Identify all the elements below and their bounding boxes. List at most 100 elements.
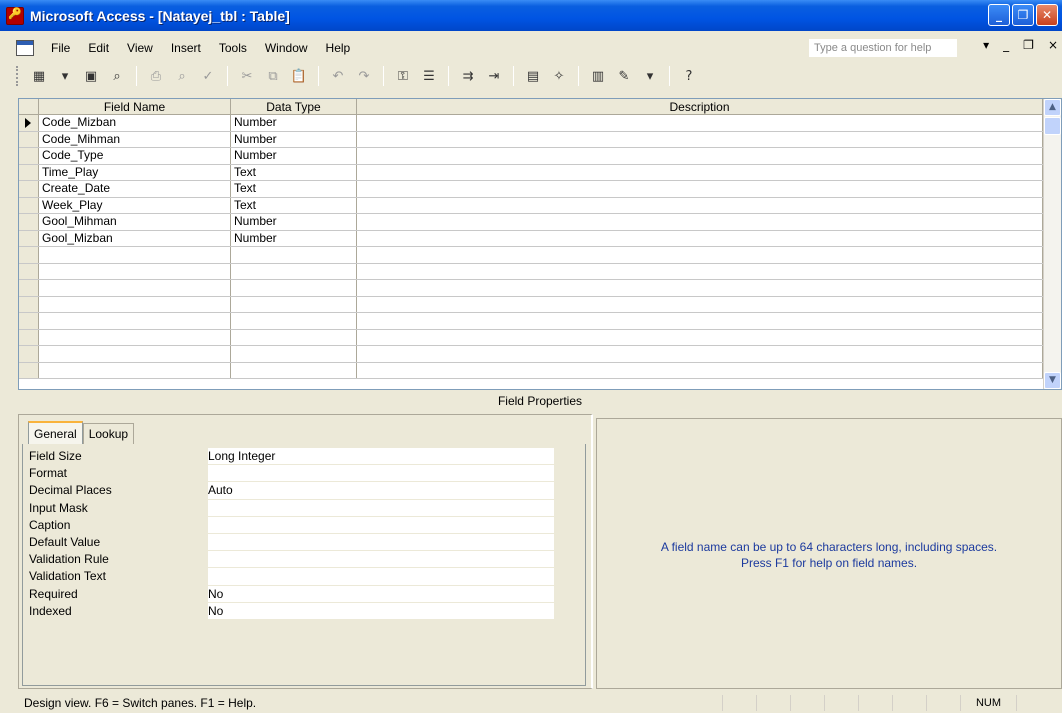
description-cell[interactable] — [357, 346, 1043, 362]
data-type-cell[interactable] — [231, 247, 357, 263]
dropdown-icon[interactable]: ▾ — [640, 66, 660, 86]
build-icon[interactable]: ✧ — [549, 66, 569, 86]
data-type-cell[interactable]: Text — [231, 181, 357, 197]
field-name-cell[interactable]: Code_Mizban — [39, 115, 231, 131]
row-selector[interactable] — [19, 230, 39, 246]
menu-tools[interactable]: Tools — [210, 41, 256, 55]
row-selector[interactable] — [19, 346, 39, 362]
tab-general[interactable]: General — [28, 421, 83, 444]
view-icon[interactable]: ▦ — [29, 66, 49, 86]
header-data-type[interactable]: Data Type — [231, 99, 357, 114]
scroll-up-button[interactable]: ▲ — [1044, 99, 1061, 116]
new-object-icon[interactable]: ✎ — [614, 66, 634, 86]
header-field-name[interactable]: Field Name — [39, 99, 231, 114]
description-cell[interactable] — [357, 115, 1043, 131]
property-value-field[interactable] — [208, 499, 554, 517]
title-bar[interactable]: Microsoft Access - [Natayej_tbl : Table]… — [0, 0, 1062, 31]
field-name-cell[interactable] — [39, 313, 231, 329]
indexes-icon[interactable]: ☰ — [419, 66, 439, 86]
row-selector[interactable] — [19, 131, 39, 147]
data-type-cell[interactable]: Number — [231, 230, 357, 246]
header-description[interactable]: Description — [357, 99, 1043, 114]
description-cell[interactable] — [357, 214, 1043, 230]
cut-icon[interactable]: ✂ — [237, 66, 257, 86]
table-row[interactable]: Code_Type Number — [19, 148, 1061, 165]
search-icon[interactable]: ⌕ — [107, 66, 127, 86]
table-row[interactable]: Gool_Mizban Number — [19, 230, 1061, 247]
table-row[interactable] — [19, 247, 1061, 264]
data-type-cell[interactable] — [231, 313, 357, 329]
data-type-cell[interactable] — [231, 329, 357, 345]
table-row[interactable] — [19, 296, 1061, 313]
field-name-cell[interactable] — [39, 346, 231, 362]
data-type-cell[interactable]: Text — [231, 164, 357, 180]
table-document-icon[interactable] — [16, 40, 34, 56]
minimize-button[interactable]: _ — [988, 4, 1010, 26]
menu-window[interactable]: Window — [256, 41, 317, 55]
description-cell[interactable] — [357, 197, 1043, 213]
table-row[interactable]: Code_Mizban Number — [19, 115, 1061, 132]
table-design-grid[interactable]: Field Name Data Type Description Code_Mi… — [18, 98, 1062, 390]
row-selector[interactable] — [19, 280, 39, 296]
menu-edit[interactable]: Edit — [79, 41, 118, 55]
table-row[interactable] — [19, 280, 1061, 297]
row-selector[interactable] — [19, 329, 39, 345]
table-row[interactable] — [19, 263, 1061, 280]
primary-key-icon[interactable]: ⚿ — [393, 66, 413, 86]
toolbar-grip[interactable] — [16, 66, 19, 86]
undo-icon[interactable]: ↶ — [328, 66, 348, 86]
delete-rows-icon[interactable]: ⇥ — [484, 66, 504, 86]
menu-insert[interactable]: Insert — [162, 41, 210, 55]
help-dropdown-icon[interactable]: ▾ — [983, 38, 989, 52]
description-cell[interactable] — [357, 263, 1043, 279]
doc-close-button[interactable]: × — [1048, 38, 1058, 52]
scroll-down-button[interactable]: ▼ — [1044, 372, 1061, 389]
row-selector[interactable] — [19, 164, 39, 180]
data-type-cell[interactable]: Number — [231, 148, 357, 164]
description-cell[interactable] — [357, 247, 1043, 263]
data-type-cell[interactable]: Text — [231, 197, 357, 213]
field-name-cell[interactable]: Code_Mihman — [39, 131, 231, 147]
paste-icon[interactable]: 📋 — [289, 66, 309, 86]
table-row[interactable]: Time_Play Text — [19, 164, 1061, 181]
field-name-cell[interactable]: Gool_Mizban — [39, 230, 231, 246]
description-cell[interactable] — [357, 131, 1043, 147]
description-cell[interactable] — [357, 280, 1043, 296]
print-icon[interactable]: ⎙ — [146, 66, 166, 86]
data-type-cell[interactable] — [231, 362, 357, 378]
data-type-cell[interactable] — [231, 263, 357, 279]
data-type-cell[interactable] — [231, 280, 357, 296]
field-name-cell[interactable] — [39, 296, 231, 312]
access-app-icon[interactable] — [6, 6, 24, 25]
spelling-icon[interactable]: ✓ — [198, 66, 218, 86]
data-type-cell[interactable]: Number — [231, 131, 357, 147]
description-cell[interactable] — [357, 362, 1043, 378]
property-value-field[interactable]: No — [208, 585, 554, 603]
row-selector[interactable] — [19, 296, 39, 312]
field-name-cell[interactable]: Time_Play — [39, 164, 231, 180]
description-cell[interactable] — [357, 181, 1043, 197]
property-value-field[interactable] — [208, 516, 554, 534]
table-row[interactable]: Gool_Mihman Number — [19, 214, 1061, 231]
field-name-cell[interactable] — [39, 280, 231, 296]
table-row[interactable] — [19, 313, 1061, 330]
restore-button[interactable]: ❐ — [1012, 4, 1034, 26]
table-row[interactable] — [19, 346, 1061, 363]
property-value-field[interactable] — [208, 533, 554, 552]
description-cell[interactable] — [357, 313, 1043, 329]
row-selector[interactable] — [19, 313, 39, 329]
doc-restore-button[interactable]: ❐ — [1023, 38, 1034, 52]
row-selector[interactable] — [19, 362, 39, 378]
description-cell[interactable] — [357, 230, 1043, 246]
table-row[interactable]: Create_Date Text — [19, 181, 1061, 198]
database-window-icon[interactable]: ▥ — [588, 66, 608, 86]
property-value-field[interactable]: Long Integer — [208, 448, 554, 466]
help-icon[interactable]: ? — [679, 66, 699, 86]
close-button[interactable]: ✕ — [1036, 4, 1058, 26]
row-selector[interactable] — [19, 247, 39, 263]
field-name-cell[interactable]: Code_Type — [39, 148, 231, 164]
field-name-cell[interactable]: Create_Date — [39, 181, 231, 197]
table-row[interactable] — [19, 329, 1061, 346]
row-selector[interactable] — [19, 148, 39, 164]
description-cell[interactable] — [357, 296, 1043, 312]
